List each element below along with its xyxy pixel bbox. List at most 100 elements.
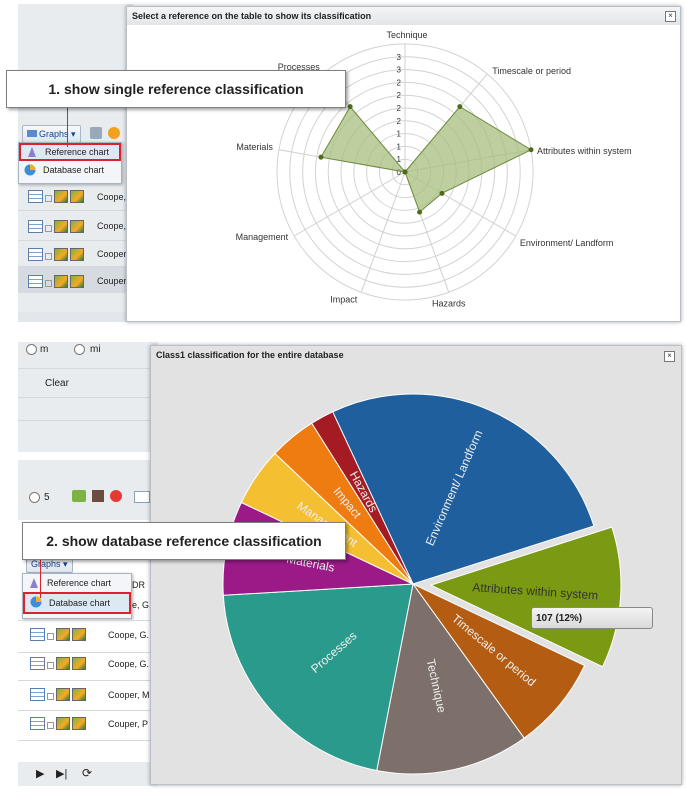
small-icon	[47, 662, 54, 669]
table-icon	[30, 717, 45, 730]
image-icon	[70, 220, 84, 233]
radar-chart-window: Select a reference on the table to show …	[126, 6, 681, 322]
radio-mi[interactable]	[74, 344, 85, 355]
save-icon[interactable]	[92, 490, 104, 502]
small-icon	[45, 195, 52, 202]
graphs-icon	[27, 130, 37, 137]
image-icon	[70, 248, 84, 261]
folder-icon[interactable]	[72, 490, 86, 502]
next-page-icon[interactable]: ▶	[36, 767, 44, 780]
radar-point	[439, 190, 445, 196]
radar-tick-label: 2	[397, 117, 402, 126]
small-icon	[47, 693, 54, 700]
image-icon	[54, 220, 68, 233]
graphs-menu: Reference chart Database chart	[18, 142, 122, 184]
radio-m[interactable]	[26, 344, 37, 355]
radar-tick-label: 2	[397, 91, 402, 100]
close-icon[interactable]: ×	[664, 351, 675, 362]
table-row: e, G.	[132, 600, 152, 610]
window-title: Class1 classification for the entire dat…	[151, 346, 681, 364]
row-icons[interactable]	[30, 717, 86, 730]
radar-axis-label: Attributes within system	[537, 146, 632, 156]
close-icon[interactable]: ×	[665, 11, 676, 22]
small-icon	[45, 253, 52, 260]
row-divider	[18, 740, 158, 741]
callout-step-2: 2. show database reference classificatio…	[22, 522, 346, 560]
image-icon	[56, 688, 70, 701]
radar-tick-label: 1	[397, 142, 402, 151]
row-icons[interactable]	[28, 275, 84, 288]
callout-step-1: 1. show single reference classification	[6, 70, 346, 108]
small-icon	[45, 280, 52, 287]
refresh-icon[interactable]: ⟳	[82, 766, 92, 780]
pie-chart: Environment/ LandformAttributes within s…	[222, 393, 622, 775]
menu-item-reference-chart[interactable]: Reference chart	[19, 143, 121, 161]
pie-tooltip: 107 (12%)	[531, 607, 653, 629]
radar-point	[417, 209, 423, 215]
radar-spoke	[293, 171, 406, 237]
table-row: Coope, G.	[108, 659, 150, 669]
image-icon	[72, 717, 86, 730]
table-row: Coope, G.	[108, 630, 150, 640]
column-header: DR	[132, 580, 145, 590]
radar-point	[347, 104, 353, 110]
table-row: Couper	[97, 276, 127, 286]
table-row: Couper, P	[108, 719, 149, 729]
row-divider	[18, 620, 158, 621]
radar-tick-label: 3	[397, 66, 402, 75]
radar-axis-label: Environment/ Landform	[520, 238, 614, 248]
database-chart-icon	[24, 164, 36, 176]
delete-icon[interactable]	[110, 490, 122, 502]
radar-axis-label: Hazards	[432, 298, 466, 308]
image-icon	[56, 628, 70, 641]
table-icon	[30, 628, 45, 641]
image-icon	[54, 190, 68, 203]
row-icons[interactable]	[30, 657, 86, 670]
table-icon	[28, 275, 43, 288]
small-icon	[45, 225, 52, 232]
row-icons[interactable]	[30, 628, 86, 641]
row-icons[interactable]	[30, 688, 86, 701]
small-icon	[47, 633, 54, 640]
table-icon	[28, 220, 43, 233]
radio-5-label: 5	[44, 492, 50, 503]
row-divider	[18, 710, 158, 711]
radar-tick-label: 2	[397, 104, 402, 113]
gear-icon[interactable]	[108, 127, 120, 139]
row-divider	[18, 240, 128, 241]
edit-icon[interactable]	[90, 127, 102, 139]
image-icon	[70, 190, 84, 203]
small-icon	[47, 722, 54, 729]
divider	[18, 397, 158, 398]
table-icon	[28, 190, 43, 203]
image-icon	[72, 657, 86, 670]
window-title: Select a reference on the table to show …	[127, 7, 680, 25]
callout-2-connector	[40, 558, 41, 598]
radio-mi-label: mi	[90, 344, 101, 355]
radar-axis-label: Management	[236, 232, 289, 242]
row-icons[interactable]	[28, 220, 84, 233]
radar-axis-label: Timescale or period	[492, 66, 571, 76]
divider	[18, 368, 158, 369]
graphs-button[interactable]: Graphs ▾	[22, 125, 81, 143]
radio-5[interactable]	[29, 492, 40, 503]
menu-item-database-chart[interactable]: Database chart	[19, 161, 121, 179]
radar-point	[528, 147, 534, 153]
row-icons[interactable]	[28, 248, 84, 261]
toolbar-area	[18, 460, 158, 520]
last-page-icon[interactable]: ▶|	[56, 767, 67, 780]
callout-1-connector	[67, 107, 68, 147]
add-icon[interactable]	[134, 491, 150, 503]
radar-axis-label: Impact	[330, 294, 358, 304]
reference-chart-icon	[30, 578, 38, 588]
row-icons[interactable]	[28, 190, 84, 203]
graphs-menu: Reference chart Database chart	[22, 573, 132, 619]
radar-tick-label: 2	[397, 78, 402, 87]
image-icon	[56, 657, 70, 670]
radar-point	[402, 169, 408, 175]
table-row: Coope,	[97, 192, 127, 202]
clear-button[interactable]: Clear	[45, 378, 69, 389]
image-icon	[56, 717, 70, 730]
radar-point	[457, 104, 463, 110]
radar-tick-label: 1	[397, 130, 402, 139]
